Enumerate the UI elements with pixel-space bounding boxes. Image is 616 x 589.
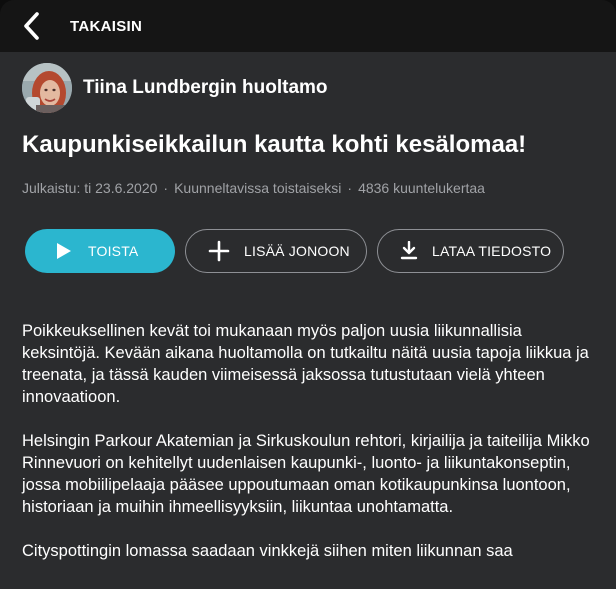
add-to-queue-label: LISÄÄ JONOON bbox=[244, 243, 350, 259]
play-icon bbox=[56, 242, 72, 260]
published-date: Julkaistu: ti 23.6.2020 bbox=[22, 180, 158, 196]
channel-name[interactable]: Tiina Lundbergin huoltamo bbox=[83, 77, 328, 99]
episode-description: Poikkeuksellinen kevät toi mukanaan myös… bbox=[22, 320, 594, 584]
description-paragraph: Helsingin Parkour Akatemian ja Sirkuskou… bbox=[22, 432, 590, 516]
download-button[interactable]: LATAA TIEDOSTO bbox=[377, 229, 564, 273]
description-paragraph: Poikkeuksellinen kevät toi mukanaan myös… bbox=[22, 322, 589, 406]
meta-separator: · bbox=[347, 180, 353, 196]
description-paragraph: Cityspottingin lomassa saadaan vinkkejä … bbox=[22, 542, 513, 560]
add-to-queue-button[interactable]: LISÄÄ JONOON bbox=[185, 229, 367, 273]
channel-avatar bbox=[22, 63, 72, 113]
download-button-label: LATAA TIEDOSTO bbox=[432, 243, 552, 259]
meta-separator: · bbox=[163, 180, 169, 196]
top-bar: TAKAISIN bbox=[0, 0, 616, 52]
back-button[interactable] bbox=[14, 8, 50, 44]
plus-icon bbox=[208, 240, 230, 262]
availability-text: Kuunneltavissa toistaiseksi bbox=[174, 180, 342, 196]
episode-meta: Julkaistu: ti 23.6.2020 · Kuunneltavissa t… bbox=[22, 180, 612, 196]
chevron-left-icon bbox=[24, 12, 39, 40]
play-button-label: TOISTA bbox=[88, 243, 139, 259]
download-icon bbox=[400, 241, 418, 261]
back-label[interactable]: TAKAISIN bbox=[70, 18, 142, 35]
channel-link[interactable]: Tiina Lundbergin huoltamo bbox=[22, 62, 328, 114]
play-button[interactable]: TOISTA bbox=[25, 229, 175, 273]
episode-title: Kaupunkiseikkailun kautta kohti kesäloma… bbox=[22, 131, 527, 158]
episode-page: Tiina Lundbergin huoltamo Kaupunkiseikka… bbox=[0, 52, 616, 589]
listen-count: 4836 kuuntelukertaa bbox=[358, 180, 485, 196]
